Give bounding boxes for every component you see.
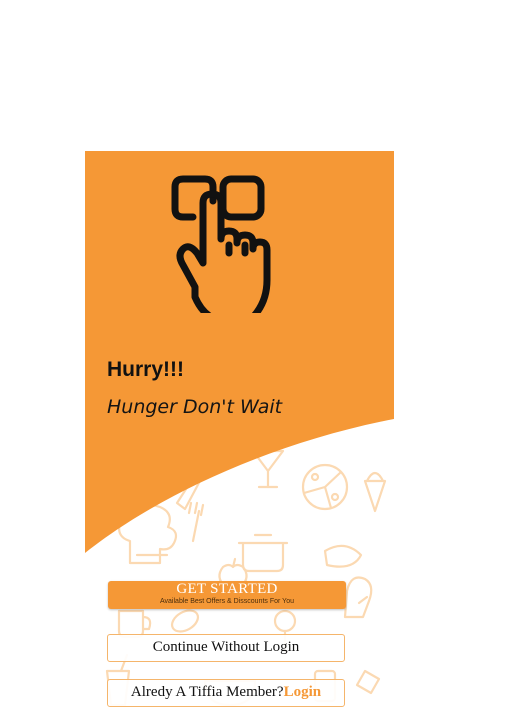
continue-without-login-button[interactable]: Continue Without Login: [107, 634, 345, 662]
member-login-row: Alredy A Tiffia Member?Login: [107, 679, 345, 707]
login-link[interactable]: Login: [284, 684, 322, 700]
get-started-button[interactable]: GET STARTED Available Best Offers & Diss…: [108, 581, 346, 609]
member-prompt: Alredy A Tiffia Member?: [130, 684, 284, 700]
hand-pointer-icon: [171, 175, 271, 313]
tagline: Hunger Don't Wait: [107, 396, 283, 418]
app-screen: Hurry!!! Hunger Don't Wait GET STARTED A…: [0, 0, 523, 720]
get-started-label: GET STARTED: [176, 581, 278, 597]
get-started-sublabel: Available Best Offers & Disscounts For Y…: [160, 598, 294, 605]
splash-card: Hurry!!! Hunger Don't Wait GET STARTED A…: [85, 151, 394, 720]
headline: Hurry!!!: [107, 358, 184, 381]
